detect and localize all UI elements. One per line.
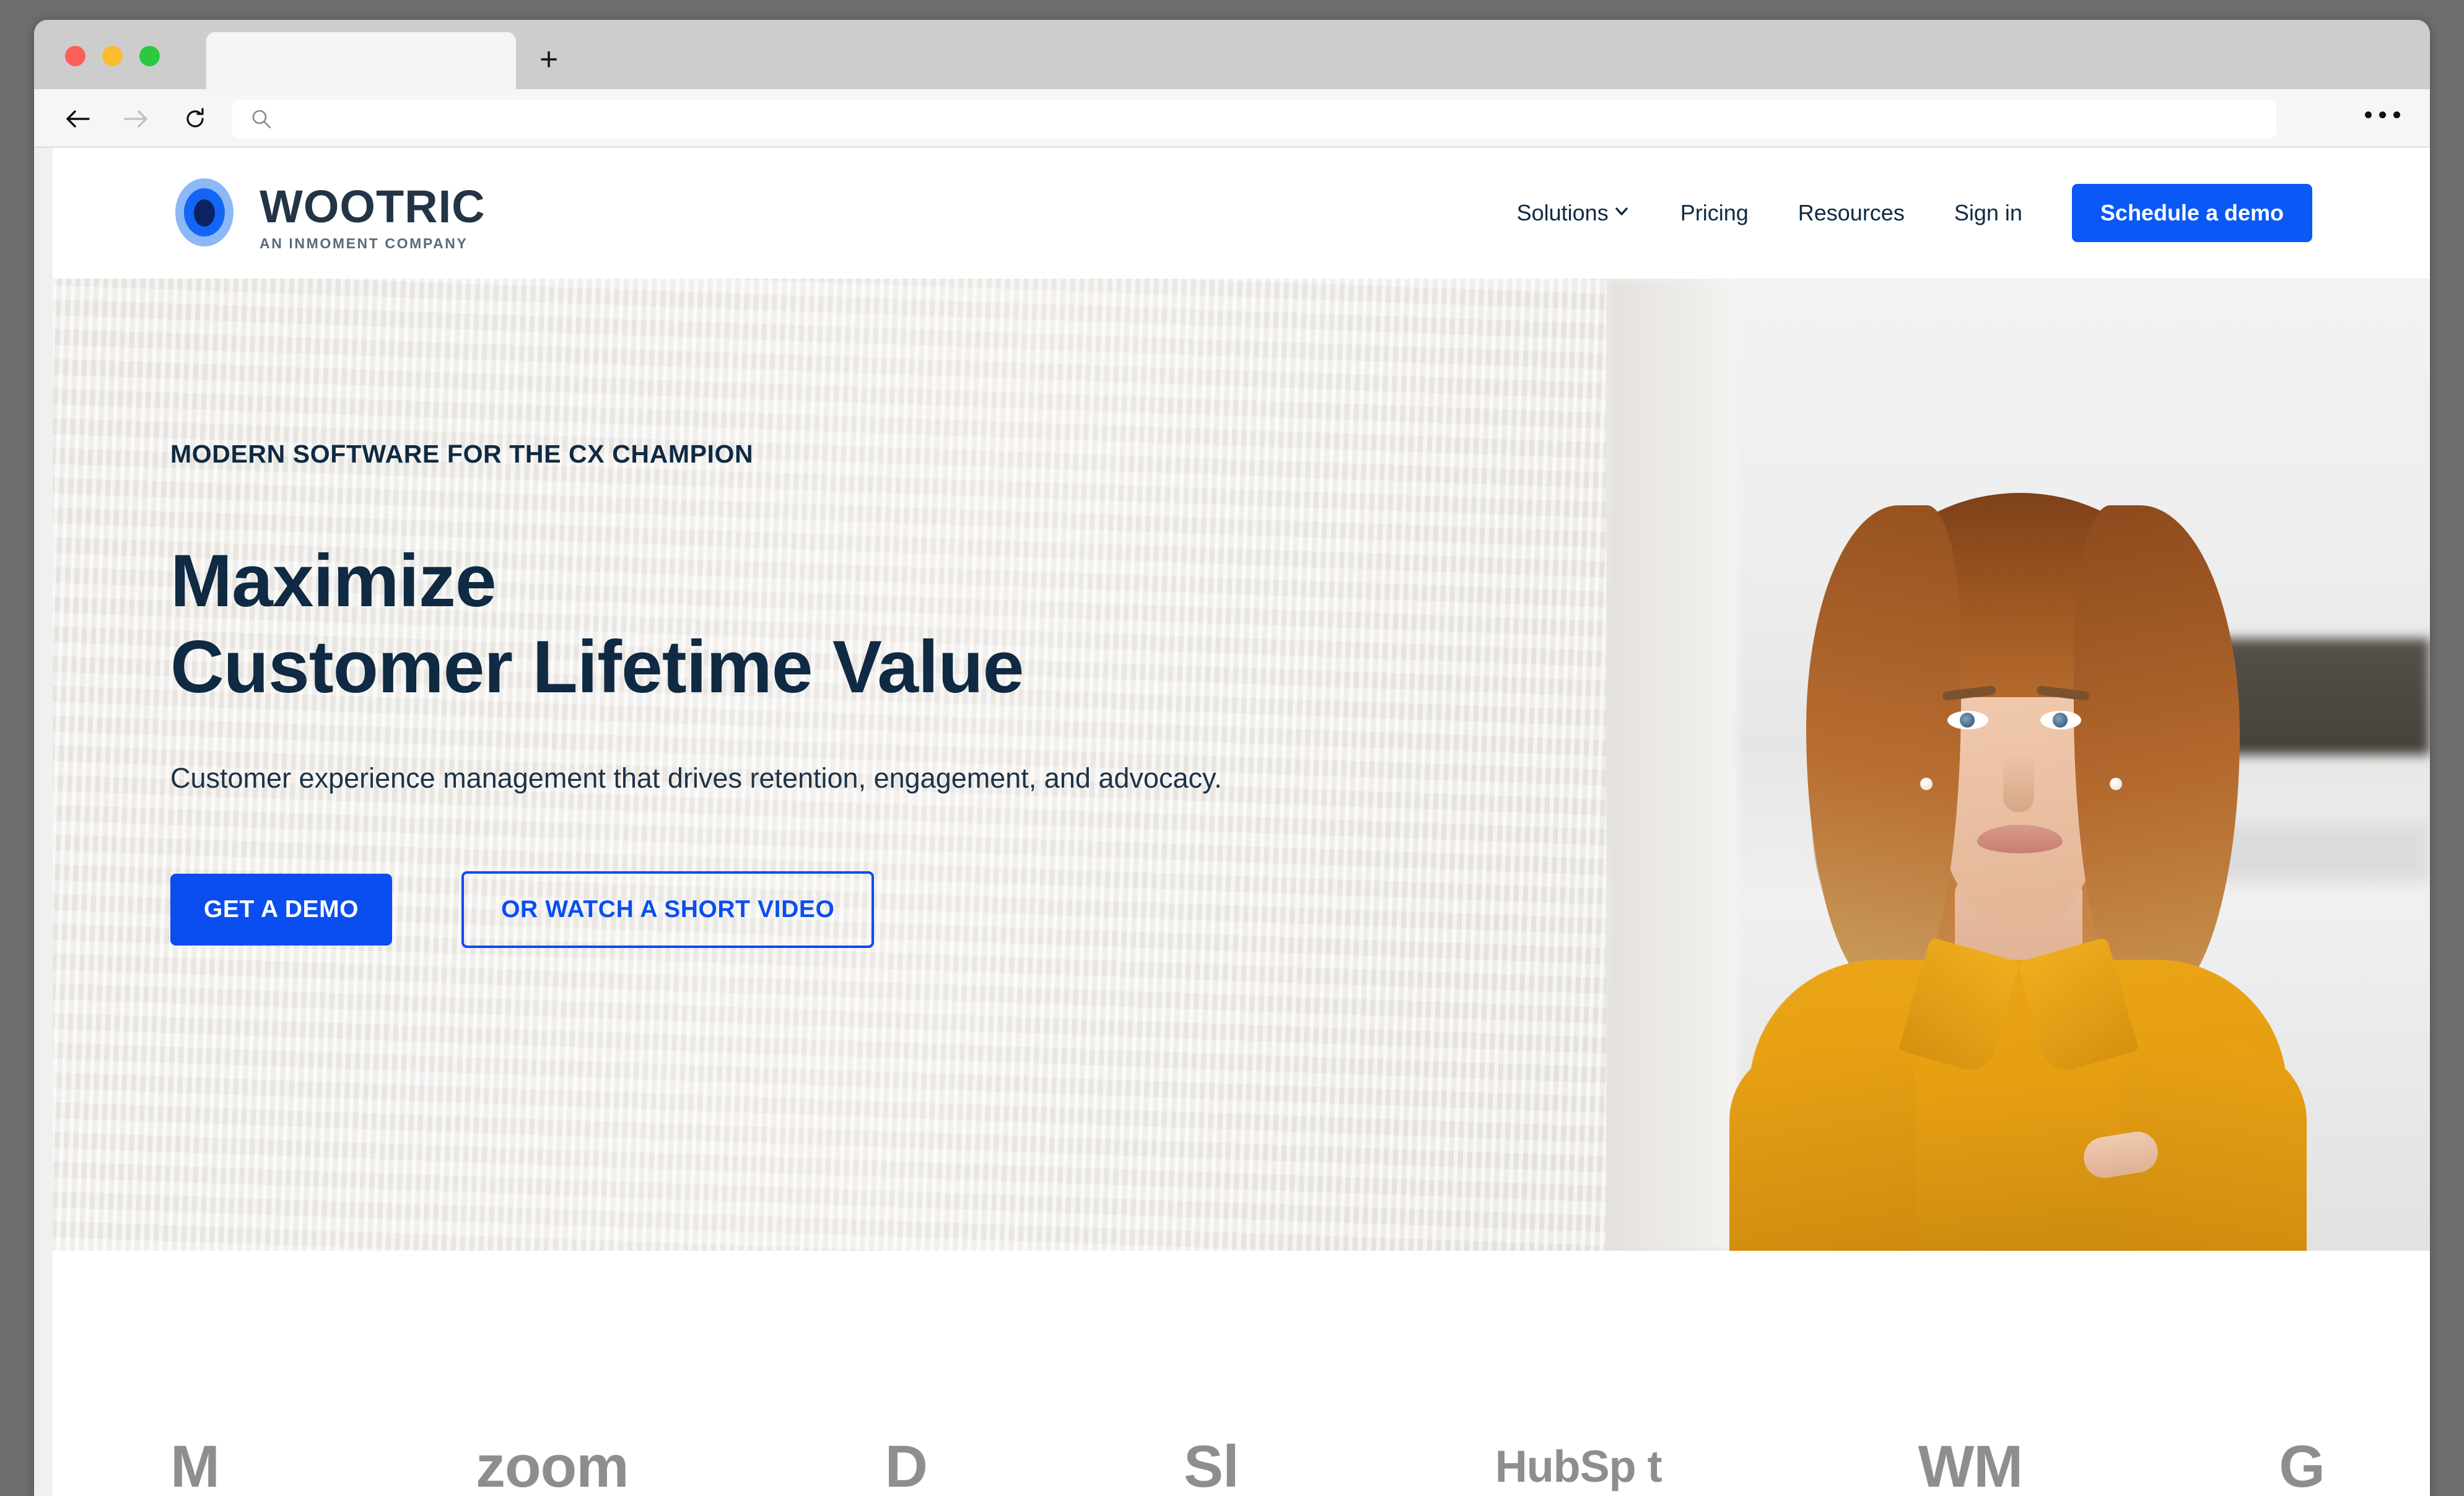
address-bar[interactable] xyxy=(232,100,2276,138)
partner-logo: M xyxy=(170,1442,219,1496)
partner-logo: zoom xyxy=(475,1442,629,1496)
hero-cta-row: GET A DEMO OR WATCH A SHORT VIDEO xyxy=(170,871,1347,949)
schedule-demo-button[interactable]: Schedule a demo xyxy=(2071,184,2312,242)
partner-logo-strip: M zoom D Sl HubSp t WM G xyxy=(53,1251,2430,1496)
search-icon xyxy=(251,108,272,133)
site-header: WOOTRIC AN INMOMENT COMPANY Solutions Pr… xyxy=(53,147,2430,279)
hero-section: MODERN SOFTWARE FOR THE CX CHAMPION Maxi… xyxy=(53,279,2430,1251)
nav-item-resources[interactable]: Resources xyxy=(1773,200,1929,226)
nav-item-pricing[interactable]: Pricing xyxy=(1656,200,1773,226)
hero-headline-line-2: Customer Lifetime Value xyxy=(170,625,1024,709)
reload-arrow-icon[interactable] xyxy=(181,108,209,130)
chevron-down-icon xyxy=(1612,200,1631,226)
forward-arrow-icon[interactable] xyxy=(123,108,150,130)
browser-tab-strip: + xyxy=(34,20,2430,89)
back-arrow-icon[interactable] xyxy=(64,108,91,130)
hero-headline-line-1: Maximize xyxy=(170,539,497,622)
partner-logo: WM xyxy=(1918,1442,2023,1496)
minimize-window-button[interactable] xyxy=(102,46,123,66)
hero-eyebrow: MODERN SOFTWARE FOR THE CX CHAMPION xyxy=(170,440,754,468)
window-traffic-lights xyxy=(65,46,160,66)
bullseye-icon xyxy=(170,178,238,246)
hero-copy: MODERN SOFTWARE FOR THE CX CHAMPION Maxi… xyxy=(170,440,1347,949)
page-viewport: WOOTRIC AN INMOMENT COMPANY Solutions Pr… xyxy=(34,147,2430,1496)
main-navigation: Solutions Pricing Resources Sign in Sche… xyxy=(1492,147,2312,279)
browser-window: + WOOTRIC AN INMOMENT COMPANY Solutions … xyxy=(34,20,2430,1496)
partner-logo: D xyxy=(885,1442,927,1496)
browser-overflow-menu-icon[interactable] xyxy=(2365,111,2400,118)
desktop-background: + WOOTRIC AN INMOMENT COMPANY Solutions … xyxy=(0,0,2464,1496)
nav-item-solutions[interactable]: Solutions xyxy=(1492,200,1656,226)
brand-logo[interactable]: WOOTRIC AN INMOMENT COMPANY xyxy=(170,178,486,252)
browser-toolbar xyxy=(34,89,2430,147)
partner-logo: HubSp t xyxy=(1495,1442,1662,1492)
person-figure xyxy=(1727,446,2309,1251)
partner-logo: Sl xyxy=(1183,1442,1239,1496)
close-window-button[interactable] xyxy=(65,46,85,66)
maximize-window-button[interactable] xyxy=(139,46,160,66)
partner-logo: G xyxy=(2279,1442,2325,1496)
hero-photo xyxy=(1606,279,2430,1251)
hero-headline: Maximize Customer Lifetime Value xyxy=(170,538,1347,710)
hero-subcopy: Customer experience management that driv… xyxy=(170,762,1222,794)
get-a-demo-button[interactable]: GET A DEMO xyxy=(170,874,393,946)
browser-tab[interactable] xyxy=(206,32,516,89)
nav-label-solutions: Solutions xyxy=(1516,200,1609,225)
brand-tagline: AN INMOMENT COMPANY xyxy=(260,235,468,251)
nav-item-sign-in[interactable]: Sign in xyxy=(1929,200,2047,226)
new-tab-button[interactable]: + xyxy=(533,43,564,76)
brand-name: WOOTRIC xyxy=(260,181,486,232)
web-page: WOOTRIC AN INMOMENT COMPANY Solutions Pr… xyxy=(53,147,2430,1496)
watch-video-button[interactable]: OR WATCH A SHORT VIDEO xyxy=(461,871,875,949)
